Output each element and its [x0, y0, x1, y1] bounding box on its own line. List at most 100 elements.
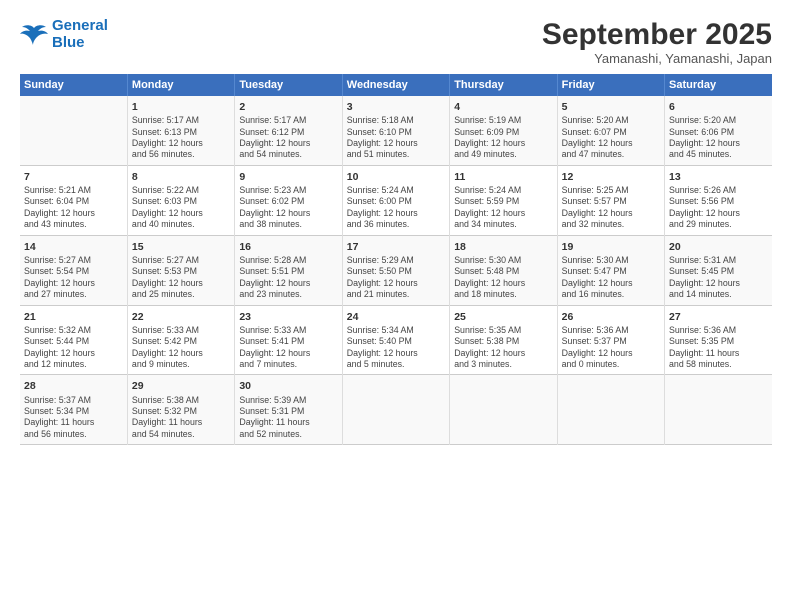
calendar-cell: 30 Sunrise: 5:39 AM Sunset: 5:31 PM Dayli… [235, 375, 342, 445]
header-day-friday: Friday [557, 74, 664, 96]
logo: General Blue [20, 18, 108, 51]
day-number: 25 [454, 310, 552, 324]
page: General Blue September 2025 Yamanashi, Y… [0, 0, 792, 612]
day-number: 30 [239, 379, 337, 393]
calendar-cell: 29 Sunrise: 5:38 AM Sunset: 5:32 PM Dayli… [127, 375, 234, 445]
week-row-1: 1Sunrise: 5:17 AM Sunset: 6:13 PM Daylig… [20, 96, 772, 165]
day-number: 11 [454, 170, 552, 184]
day-number: 14 [24, 240, 123, 254]
week-row-4: 21Sunrise: 5:32 AM Sunset: 5:44 PM Dayli… [20, 305, 772, 375]
day-info: Sunrise: 5:31 AM Sunset: 5:45 PM Dayligh… [669, 255, 768, 301]
calendar-cell [342, 375, 449, 445]
day-number: 2 [239, 100, 337, 114]
day-info: Sunrise: 5:27 AM Sunset: 5:54 PM Dayligh… [24, 255, 123, 301]
day-number: 3 [347, 100, 445, 114]
day-info: Sunrise: 5:24 AM Sunset: 6:00 PM Dayligh… [347, 185, 445, 231]
calendar-cell [450, 375, 557, 445]
header: General Blue September 2025 Yamanashi, Y… [20, 18, 772, 66]
day-info: Sunrise: 5:22 AM Sunset: 6:03 PM Dayligh… [132, 185, 230, 231]
calendar-cell [665, 375, 772, 445]
day-info: Sunrise: 5:24 AM Sunset: 5:59 PM Dayligh… [454, 185, 552, 231]
day-info: Sunrise: 5:18 AM Sunset: 6:10 PM Dayligh… [347, 115, 445, 161]
header-row: SundayMondayTuesdayWednesdayThursdayFrid… [20, 74, 772, 96]
day-info: Sunrise: 5:38 AM Sunset: 5:32 PM Dayligh… [132, 395, 230, 441]
calendar-cell: 9Sunrise: 5:23 AM Sunset: 6:02 PM Daylig… [235, 165, 342, 235]
day-number: 21 [24, 310, 123, 324]
day-info: Sunrise: 5:27 AM Sunset: 5:53 PM Dayligh… [132, 255, 230, 301]
calendar-cell: 24Sunrise: 5:34 AM Sunset: 5:40 PM Dayli… [342, 305, 449, 375]
day-info: Sunrise: 5:30 AM Sunset: 5:48 PM Dayligh… [454, 255, 552, 301]
calendar-cell: 8Sunrise: 5:22 AM Sunset: 6:03 PM Daylig… [127, 165, 234, 235]
day-number: 9 [239, 170, 337, 184]
day-number: 5 [562, 100, 660, 114]
day-info: Sunrise: 5:36 AM Sunset: 5:37 PM Dayligh… [562, 325, 660, 371]
day-info: Sunrise: 5:19 AM Sunset: 6:09 PM Dayligh… [454, 115, 552, 161]
day-number: 27 [669, 310, 768, 324]
day-info: Sunrise: 5:17 AM Sunset: 6:13 PM Dayligh… [132, 115, 230, 161]
calendar-cell: 15Sunrise: 5:27 AM Sunset: 5:53 PM Dayli… [127, 235, 234, 305]
day-info: Sunrise: 5:34 AM Sunset: 5:40 PM Dayligh… [347, 325, 445, 371]
calendar-cell: 23Sunrise: 5:33 AM Sunset: 5:41 PM Dayli… [235, 305, 342, 375]
calendar-cell: 11Sunrise: 5:24 AM Sunset: 5:59 PM Dayli… [450, 165, 557, 235]
day-info: Sunrise: 5:26 AM Sunset: 5:56 PM Dayligh… [669, 185, 768, 231]
subtitle: Yamanashi, Yamanashi, Japan [542, 51, 772, 66]
header-day-monday: Monday [127, 74, 234, 96]
calendar-cell: 6Sunrise: 5:20 AM Sunset: 6:06 PM Daylig… [665, 96, 772, 165]
day-number: 20 [669, 240, 768, 254]
day-number: 29 [132, 379, 230, 393]
day-number: 8 [132, 170, 230, 184]
calendar-cell: 5Sunrise: 5:20 AM Sunset: 6:07 PM Daylig… [557, 96, 664, 165]
header-day-tuesday: Tuesday [235, 74, 342, 96]
calendar-cell: 4Sunrise: 5:19 AM Sunset: 6:09 PM Daylig… [450, 96, 557, 165]
day-info: Sunrise: 5:33 AM Sunset: 5:41 PM Dayligh… [239, 325, 337, 371]
day-number: 23 [239, 310, 337, 324]
calendar-cell: 16Sunrise: 5:28 AM Sunset: 5:51 PM Dayli… [235, 235, 342, 305]
day-number: 16 [239, 240, 337, 254]
day-number: 22 [132, 310, 230, 324]
calendar-cell: 22Sunrise: 5:33 AM Sunset: 5:42 PM Dayli… [127, 305, 234, 375]
calendar-cell: 12Sunrise: 5:25 AM Sunset: 5:57 PM Dayli… [557, 165, 664, 235]
header-day-saturday: Saturday [665, 74, 772, 96]
day-number: 7 [24, 170, 123, 184]
day-info: Sunrise: 5:20 AM Sunset: 6:06 PM Dayligh… [669, 115, 768, 161]
day-info: Sunrise: 5:37 AM Sunset: 5:34 PM Dayligh… [24, 395, 123, 441]
calendar-table: SundayMondayTuesdayWednesdayThursdayFrid… [20, 74, 772, 445]
day-info: Sunrise: 5:29 AM Sunset: 5:50 PM Dayligh… [347, 255, 445, 301]
day-number: 13 [669, 170, 768, 184]
day-number: 15 [132, 240, 230, 254]
day-info: Sunrise: 5:23 AM Sunset: 6:02 PM Dayligh… [239, 185, 337, 231]
day-info: Sunrise: 5:25 AM Sunset: 5:57 PM Dayligh… [562, 185, 660, 231]
header-day-sunday: Sunday [20, 74, 127, 96]
logo-text: General Blue [52, 18, 108, 51]
day-info: Sunrise: 5:36 AM Sunset: 5:35 PM Dayligh… [669, 325, 768, 371]
day-number: 26 [562, 310, 660, 324]
day-number: 1 [132, 100, 230, 114]
day-number: 17 [347, 240, 445, 254]
day-info: Sunrise: 5:21 AM Sunset: 6:04 PM Dayligh… [24, 185, 123, 231]
calendar-cell: 13Sunrise: 5:26 AM Sunset: 5:56 PM Dayli… [665, 165, 772, 235]
calendar-cell: 2Sunrise: 5:17 AM Sunset: 6:12 PM Daylig… [235, 96, 342, 165]
day-info: Sunrise: 5:32 AM Sunset: 5:44 PM Dayligh… [24, 325, 123, 371]
calendar-cell: 17Sunrise: 5:29 AM Sunset: 5:50 PM Dayli… [342, 235, 449, 305]
header-day-thursday: Thursday [450, 74, 557, 96]
main-title: September 2025 [542, 18, 772, 51]
calendar-cell: 21Sunrise: 5:32 AM Sunset: 5:44 PM Dayli… [20, 305, 127, 375]
title-block: September 2025 Yamanashi, Yamanashi, Jap… [542, 18, 772, 66]
calendar-cell: 7Sunrise: 5:21 AM Sunset: 6:04 PM Daylig… [20, 165, 127, 235]
calendar-cell: 25Sunrise: 5:35 AM Sunset: 5:38 PM Dayli… [450, 305, 557, 375]
header-day-wednesday: Wednesday [342, 74, 449, 96]
day-number: 18 [454, 240, 552, 254]
day-info: Sunrise: 5:39 AM Sunset: 5:31 PM Dayligh… [239, 395, 337, 441]
calendar-cell: 3Sunrise: 5:18 AM Sunset: 6:10 PM Daylig… [342, 96, 449, 165]
week-row-3: 14Sunrise: 5:27 AM Sunset: 5:54 PM Dayli… [20, 235, 772, 305]
calendar-cell: 28 Sunrise: 5:37 AM Sunset: 5:34 PM Dayli… [20, 375, 127, 445]
day-info: Sunrise: 5:20 AM Sunset: 6:07 PM Dayligh… [562, 115, 660, 161]
logo-bird-icon [20, 24, 48, 46]
calendar-cell [557, 375, 664, 445]
day-info: Sunrise: 5:35 AM Sunset: 5:38 PM Dayligh… [454, 325, 552, 371]
day-number: 28 [24, 379, 123, 393]
day-number: 24 [347, 310, 445, 324]
calendar-cell: 10Sunrise: 5:24 AM Sunset: 6:00 PM Dayli… [342, 165, 449, 235]
day-number: 10 [347, 170, 445, 184]
week-row-2: 7Sunrise: 5:21 AM Sunset: 6:04 PM Daylig… [20, 165, 772, 235]
